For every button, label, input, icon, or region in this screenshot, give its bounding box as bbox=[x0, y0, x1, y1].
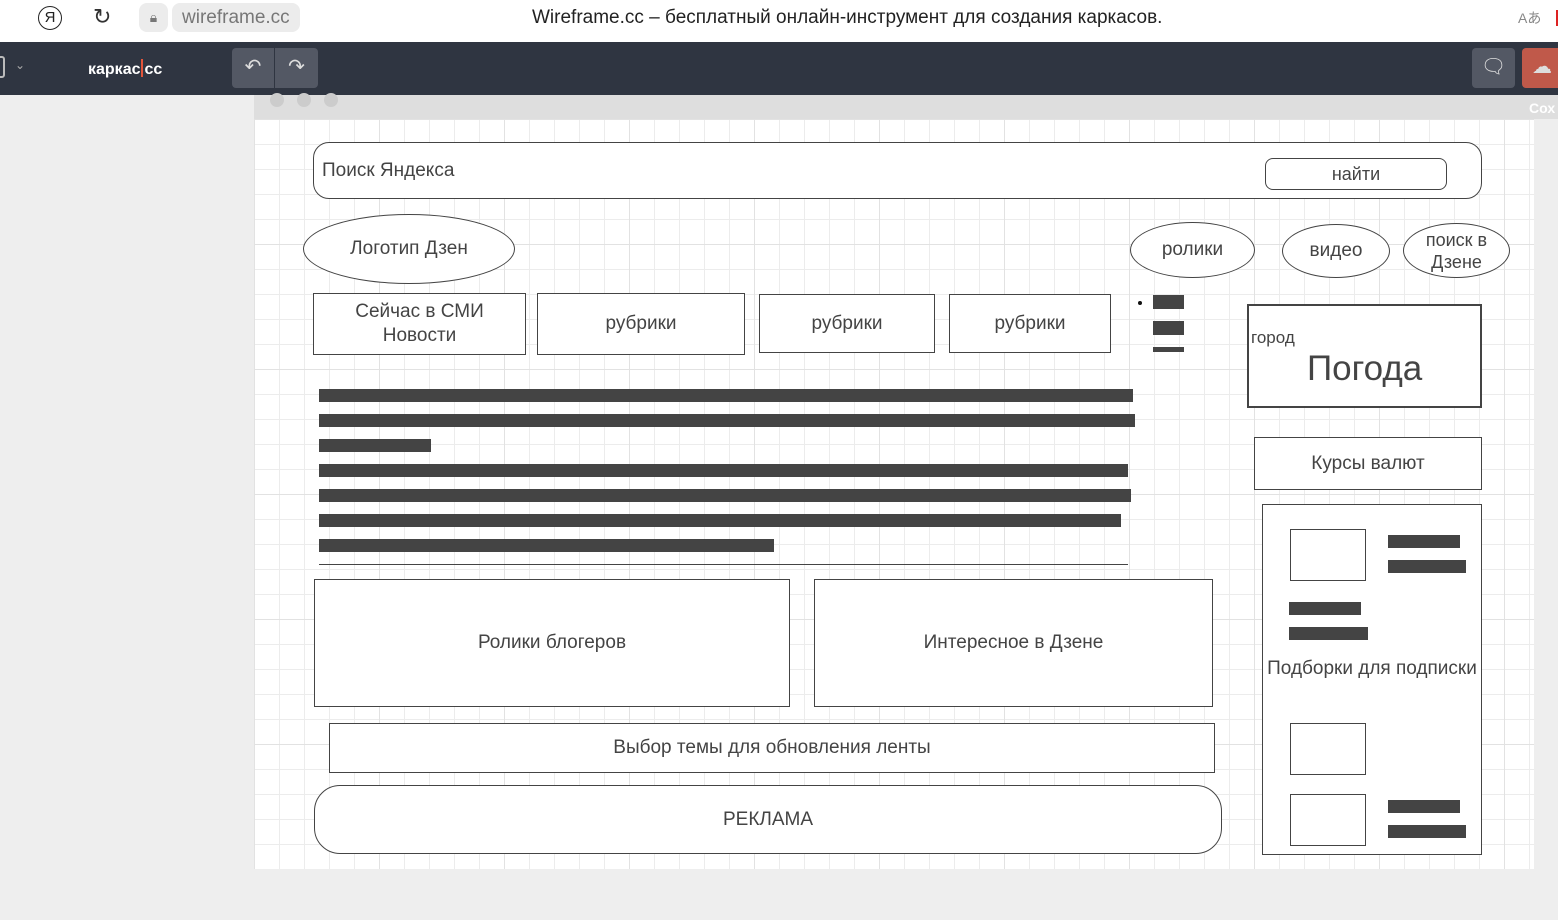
search-placeholder: Поиск Яндекса bbox=[322, 159, 455, 181]
search-button[interactable]: найти bbox=[1265, 158, 1447, 190]
browser-bar: Я ↻ 🔒︎ wireframe.cc Wireframe.cc – беспл… bbox=[0, 0, 1558, 42]
wireframe-canvas[interactable]: Поиск Яндекса найти Логотип Дзен ролики … bbox=[254, 119, 1534, 869]
image-placeholder bbox=[1290, 529, 1366, 581]
subscriptions-panel[interactable]: Подборки для подписки bbox=[1262, 504, 1482, 855]
device-icon[interactable] bbox=[0, 56, 5, 78]
tab-rubric-1[interactable]: рубрики bbox=[537, 293, 745, 355]
nav-search-dzen[interactable]: поиск в Дзене bbox=[1403, 223, 1510, 278]
weather-city: город bbox=[1251, 328, 1295, 347]
topic-selection[interactable]: Выбор темы для обновления ленты bbox=[329, 723, 1215, 773]
weather-widget[interactable]: город Погода bbox=[1247, 304, 1482, 408]
save-label: Сох bbox=[1529, 100, 1556, 116]
window-dots bbox=[254, 93, 1558, 119]
dzen-logo[interactable]: Логотип Дзен bbox=[303, 214, 515, 284]
nav-clips[interactable]: ролики bbox=[1130, 222, 1255, 278]
tab-rubric-3[interactable]: рубрики bbox=[949, 294, 1111, 353]
tab-news[interactable]: Сейчас в СМИ Новости bbox=[313, 293, 526, 355]
image-placeholder bbox=[1290, 723, 1366, 775]
translate-icon[interactable]: Aあ bbox=[1518, 8, 1541, 28]
yandex-icon[interactable]: Я bbox=[38, 6, 62, 30]
menu-bullet bbox=[1138, 301, 1142, 305]
interesting-in-dzen[interactable]: Интересное в Дзене bbox=[814, 579, 1213, 707]
comment-button[interactable]: 🗨︎ bbox=[1472, 48, 1515, 88]
currency-widget[interactable]: Курсы валют bbox=[1254, 437, 1482, 490]
redo-button[interactable]: ↷ bbox=[275, 48, 318, 88]
chevron-down-icon[interactable]: ⌄ bbox=[15, 58, 25, 72]
logo-suffix: cc bbox=[144, 61, 163, 78]
lock-icon[interactable]: 🔒︎ bbox=[139, 3, 168, 32]
tab-rubric-2[interactable]: рубрики bbox=[759, 294, 935, 353]
save-button[interactable]: ☁ bbox=[1522, 48, 1558, 88]
app-logo: каркас cc bbox=[88, 59, 162, 79]
address-bar[interactable]: wireframe.cc bbox=[172, 3, 300, 32]
reload-icon[interactable]: ↻ bbox=[93, 4, 111, 30]
ads-banner[interactable]: РЕКЛАМА bbox=[314, 785, 1222, 854]
subscriptions-title: Подборки для подписки bbox=[1267, 658, 1477, 679]
logo-text: каркас bbox=[88, 61, 141, 78]
image-placeholder bbox=[1290, 794, 1366, 846]
weather-title: Погода bbox=[1307, 349, 1423, 388]
bloggers-clips[interactable]: Ролики блогеров bbox=[314, 579, 790, 707]
nav-video[interactable]: видео bbox=[1282, 224, 1390, 278]
undo-button[interactable]: ↶ bbox=[232, 48, 274, 88]
page-title: Wireframe.cc – бесплатный онлайн-инструм… bbox=[532, 7, 1163, 28]
